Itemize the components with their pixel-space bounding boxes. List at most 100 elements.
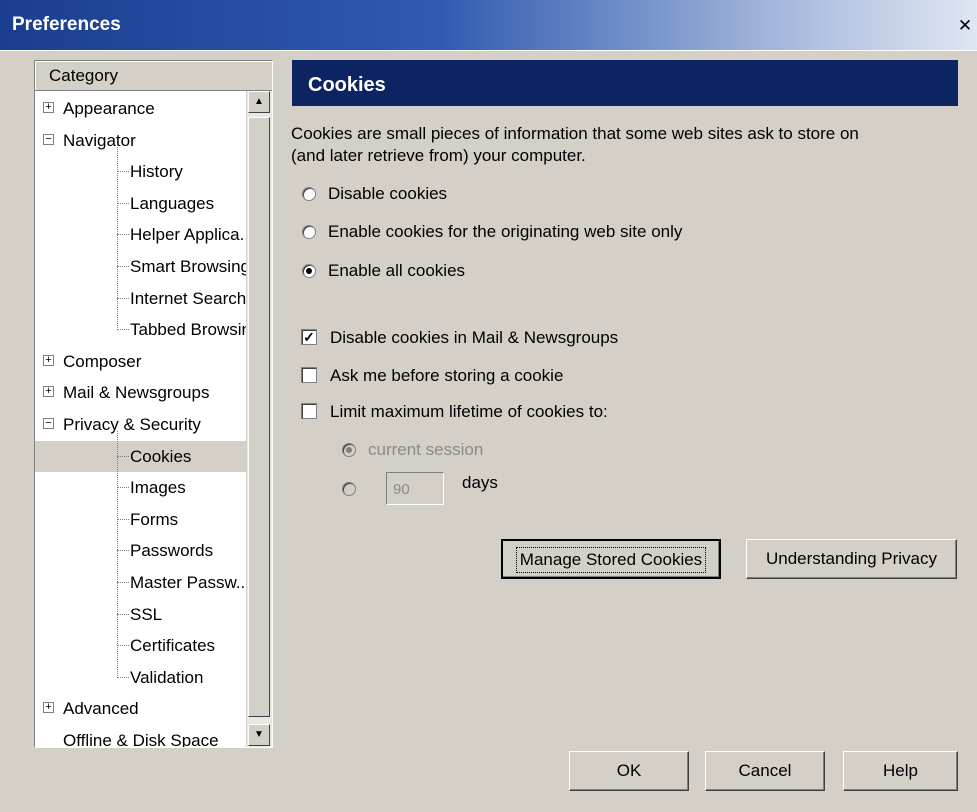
tree-item-label: Forms — [130, 509, 179, 529]
checkbox-disable-mail-cookies[interactable]: ✓ — [301, 329, 317, 345]
tree-item-ssl[interactable]: SSL — [35, 599, 247, 630]
tree-item-certificates[interactable]: Certificates — [35, 630, 247, 661]
checkbox-limit-lifetime[interactable] — [301, 403, 317, 419]
tree-item-helper-applica[interactable]: Helper Applica... — [35, 219, 254, 250]
tree-item-label: History — [130, 162, 183, 182]
tree-connector — [117, 550, 129, 552]
tree-connector — [117, 202, 129, 204]
tree-item-label: Navigator — [63, 130, 136, 150]
tree-item-master-passw[interactable]: Master Passw... — [35, 567, 250, 598]
tree-item-forms[interactable]: Forms — [35, 504, 247, 535]
expand-icon[interactable]: + — [43, 354, 54, 366]
radio-originating-site-label[interactable]: Enable cookies for the originating web s… — [328, 221, 682, 243]
scroll-up-icon[interactable]: ▲ — [248, 91, 270, 113]
tree-item-label: Images — [130, 478, 186, 498]
tree-item-passwords[interactable]: Passwords — [35, 535, 247, 566]
tree-item-history[interactable]: History — [35, 156, 247, 187]
tree-guide-line — [117, 146, 118, 331]
tree-item-internet-search[interactable]: Internet Search — [35, 283, 247, 314]
understanding-privacy-button[interactable]: Understanding Privacy — [746, 539, 957, 579]
days-input[interactable]: 90 — [386, 472, 444, 505]
checkbox-disable-mail-cookies-label[interactable]: Disable cookies in Mail & Newsgroups — [330, 327, 618, 349]
tree-item-label: SSL — [130, 604, 163, 624]
tree-item-label: Tabbed Browsing — [130, 320, 261, 340]
tree-scrollbar[interactable]: ▲ ▼ — [246, 91, 272, 747]
tree-item-cookies[interactable]: Cookies — [35, 440, 247, 472]
tree-item-offline-disk-space[interactable]: Offline & Disk Space — [35, 725, 247, 748]
tree-item-label: Passwords — [130, 541, 214, 561]
collapse-icon[interactable]: − — [43, 418, 54, 429]
tree-item-mail-newsgroups[interactable]: + Mail & Newsgroups — [35, 377, 247, 408]
tree-connector — [117, 455, 129, 457]
cookies-description: Cookies are small pieces of information … — [291, 123, 951, 167]
tree-item-label: Mail & Newsgroups — [63, 383, 210, 403]
category-tree: Category + Appearance − Navigator History Lan… — [34, 60, 273, 748]
category-header: Category — [35, 61, 272, 91]
tree-connector — [117, 234, 129, 236]
tree-item-validation[interactable]: Validation — [35, 662, 247, 693]
title-bar: Preferences ✕ — [0, 0, 977, 50]
tree-item-label: Appearance — [63, 99, 155, 118]
days-label: days — [462, 473, 498, 492]
tree-connector — [117, 329, 129, 331]
ok-label: OK — [616, 761, 642, 780]
tree-item-label: Helper Applica... — [130, 225, 254, 245]
help-button[interactable]: Help — [843, 751, 958, 791]
tree-connector — [117, 266, 129, 267]
tree-item-label: Advanced — [63, 699, 139, 719]
manage-stored-cookies-button[interactable]: Manage Stored Cookies — [501, 539, 721, 579]
tree-connector — [117, 676, 129, 678]
description-line-2: (and later retrieve from) your computer. — [291, 146, 586, 165]
tree-connector — [117, 487, 129, 489]
radio-days[interactable] — [342, 482, 356, 496]
radio-selected-dot — [346, 447, 352, 453]
radio-selected-dot — [306, 268, 312, 274]
tree-item-label: Languages — [130, 193, 215, 213]
tree-connector — [117, 518, 129, 520]
radio-originating-site[interactable] — [302, 225, 316, 239]
radio-disable-cookies-label[interactable]: Disable cookies — [328, 183, 447, 205]
expand-icon[interactable]: + — [43, 702, 54, 714]
tree-item-label: Master Passw... — [130, 573, 250, 592]
cancel-button[interactable]: Cancel — [705, 751, 825, 791]
tree-connector — [117, 582, 129, 583]
expand-icon[interactable]: + — [43, 102, 54, 113]
tree-connector — [117, 613, 129, 615]
tree-item-privacy-security[interactable]: − Privacy & Security — [35, 409, 247, 440]
tree-item-appearance[interactable]: + Appearance — [35, 93, 247, 124]
description-line-1: Cookies are small pieces of information … — [291, 124, 859, 143]
tree-connector — [117, 171, 129, 173]
tree-item-tabbed-browsing[interactable]: Tabbed Browsing — [35, 314, 260, 345]
collapse-icon[interactable]: − — [43, 133, 54, 145]
scroll-down-icon[interactable]: ▼ — [248, 724, 270, 746]
tree-guide-line — [117, 431, 118, 678]
tree-item-label: Offline & Disk Space — [63, 731, 219, 748]
help-label: Help — [883, 761, 918, 780]
tree-item-navigator[interactable]: − Navigator — [35, 125, 247, 156]
cancel-label: Cancel — [738, 761, 792, 780]
tree-item-label: Cookies — [130, 446, 192, 466]
radio-enable-all[interactable] — [302, 264, 316, 278]
tree-item-label: Privacy & Security — [63, 415, 201, 434]
close-icon[interactable]: ✕ — [955, 16, 975, 36]
checkbox-ask-before-storing[interactable] — [301, 367, 317, 383]
radio-current-session[interactable] — [342, 443, 356, 457]
ok-button[interactable]: OK — [569, 751, 689, 791]
radio-enable-all-label[interactable]: Enable all cookies — [328, 260, 465, 282]
checkbox-limit-lifetime-label[interactable]: Limit maximum lifetime of cookies to: — [330, 401, 608, 423]
tree-item-advanced[interactable]: + Advanced — [35, 693, 247, 724]
checkbox-ask-before-storing-label[interactable]: Ask me before storing a cookie — [330, 365, 563, 387]
tree-item-images[interactable]: Images — [35, 472, 247, 503]
manage-stored-cookies-label: Manage Stored Cookies — [515, 547, 707, 573]
radio-current-session-label[interactable]: current session — [368, 439, 483, 461]
scroll-thumb[interactable] — [248, 117, 270, 717]
radio-disable-cookies[interactable] — [302, 187, 316, 201]
tree-item-smart-browsing[interactable]: Smart Browsing — [35, 251, 250, 282]
tree-item-languages[interactable]: Languages — [35, 188, 247, 219]
tree-item-label: Smart Browsing — [130, 257, 250, 276]
window-title: Preferences — [12, 14, 121, 35]
tree-connector — [117, 297, 129, 299]
tree-item-composer[interactable]: + Composer — [35, 346, 247, 377]
tree-connector — [117, 645, 129, 647]
expand-icon[interactable]: + — [43, 386, 54, 398]
